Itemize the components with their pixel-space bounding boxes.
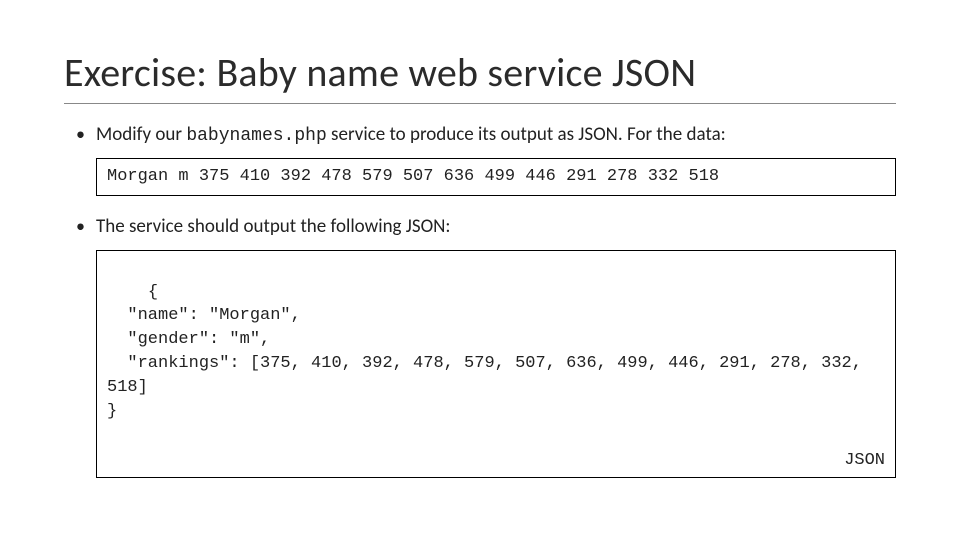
bullet-modify-pre: Modify our [96,123,186,146]
bullet-list-2: The service should output the following … [64,214,896,240]
bullet-modify: Modify our babynames.php service to prod… [64,122,896,148]
title-rule [64,103,896,104]
json-output-text: { "name": "Morgan", "gender": "m", "rank… [107,283,872,421]
bullet-output: The service should output the following … [64,214,896,240]
bullet-modify-post: service to produce its output as JSON. F… [327,123,726,146]
bullet-list: Modify our babynames.php service to prod… [64,122,896,148]
json-output-box: { "name": "Morgan", "gender": "m", "rank… [96,250,896,478]
slide: Exercise: Baby name web service JSON Mod… [0,0,960,540]
code-filename: babynames.php [186,126,326,146]
json-label: JSON [844,449,885,473]
slide-title: Exercise: Baby name web service JSON [64,48,896,97]
data-input-box: Morgan m 375 410 392 478 579 507 636 499… [96,158,896,196]
